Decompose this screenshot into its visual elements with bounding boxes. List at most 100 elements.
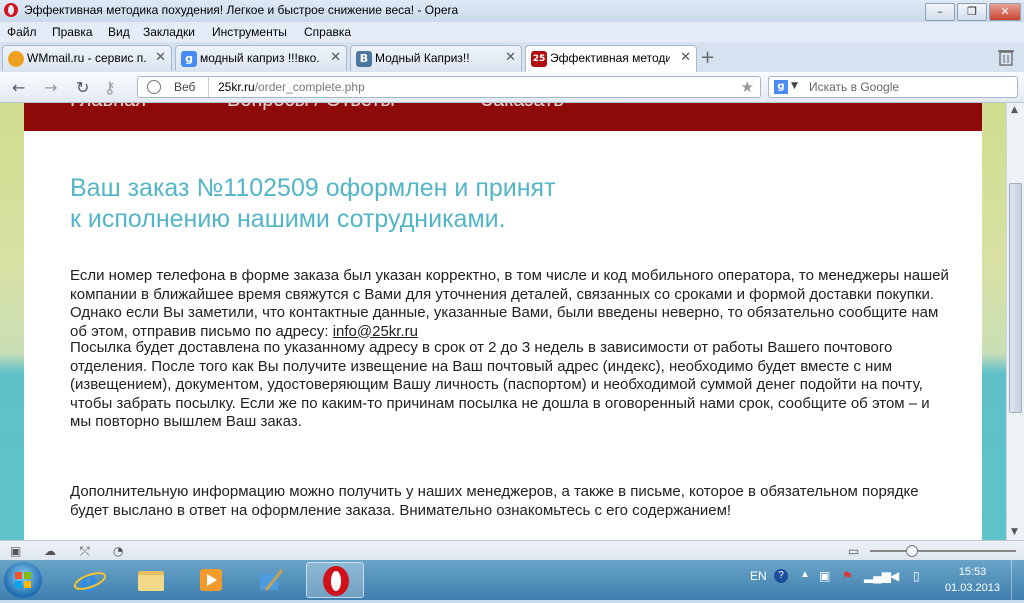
menu-bookmarks[interactable]: Закладки	[143, 25, 195, 39]
menu-file[interactable]: Файл	[7, 25, 37, 39]
tab-label: Эффективная методик...	[550, 51, 670, 65]
clock-time: 15:53	[958, 566, 987, 578]
svg-text:e: e	[80, 565, 98, 598]
clock-date: 01.03.2013	[944, 582, 1000, 594]
show-desktop-button[interactable]	[1011, 560, 1024, 600]
minimize-button[interactable]: –	[925, 3, 955, 21]
opera-logo-icon[interactable]	[4, 3, 18, 17]
tab-close-icon[interactable]: ✕	[505, 50, 516, 65]
title-bar: Эффективная методика похудения! Легкое и…	[0, 0, 1024, 23]
maximize-button[interactable]: ❐	[957, 3, 987, 21]
navigation-bar: ← → ↻ ⚷ Веб 25kr.ru/order_complete.php ★…	[0, 72, 1024, 103]
order-confirmation-heading: Ваш заказ №1102509 оформлен и принят к и…	[70, 173, 556, 235]
windows-logo-icon	[15, 572, 31, 588]
taskbar-media-player[interactable]	[186, 562, 236, 598]
battery-icon[interactable]: ▯	[913, 569, 920, 583]
delivery-paragraph: Посылка будет доставлена по указанному а…	[70, 339, 930, 430]
vk-favicon-icon: B	[356, 51, 372, 67]
action-center-icon[interactable]: ⚑	[842, 569, 853, 583]
tab-close-icon[interactable]: ✕	[155, 50, 166, 65]
taskbar-opera[interactable]	[306, 562, 364, 598]
forward-arrow-icon[interactable]: →	[44, 78, 57, 97]
back-arrow-icon[interactable]: ←	[12, 78, 25, 97]
nav-home-link[interactable]: Главная	[70, 103, 146, 112]
page-content: Главная Вопросы / Ответы Заказать Ваш за…	[24, 103, 982, 540]
panel-toggle-icon[interactable]: ▣	[10, 544, 21, 558]
url-text[interactable]: 25kr.ru/order_complete.php	[218, 80, 365, 94]
nav-order-link[interactable]: Заказать	[481, 103, 564, 112]
google-engine-icon[interactable]: g	[774, 80, 788, 94]
media-player-icon	[200, 569, 222, 591]
tab-label: Модный Каприз!!	[375, 51, 470, 65]
tab-label: WMmail.ru - сервис п...	[27, 51, 147, 65]
tab-google-search[interactable]: g модный каприз !!!вко... ✕	[175, 45, 347, 71]
heading-line-1: Ваш заказ №1102509 оформлен и принят	[70, 174, 556, 202]
address-field[interactable]: Веб 25kr.ru/order_complete.php ★	[137, 76, 761, 98]
vertical-scrollbar[interactable]: ▲ ▼	[1006, 103, 1024, 540]
menu-view[interactable]: Вид	[108, 25, 130, 39]
zoom-slider-track[interactable]	[870, 550, 1016, 552]
new-tab-icon[interactable]: +	[700, 47, 715, 68]
google-favicon-icon: g	[181, 51, 197, 67]
language-indicator[interactable]: EN	[750, 569, 767, 583]
search-placeholder: Искать в Google	[809, 80, 900, 94]
view-icon[interactable]: ▭	[848, 544, 859, 558]
taskbar-paint-app[interactable]	[246, 562, 296, 598]
help-icon[interactable]: ?	[774, 569, 788, 583]
internet-explorer-icon: e	[73, 565, 107, 598]
info-paragraph: Дополнительную информацию можно получить…	[70, 483, 919, 519]
menu-bar: Файл Правка Вид Закладки Инструменты Спр…	[0, 22, 1024, 42]
tab-wmmail[interactable]: WMmail.ru - сервис п... ✕	[2, 45, 172, 71]
volume-icon[interactable]: ◀	[890, 569, 899, 583]
status-bar: ▣ ☁ ⤲ ◔ ▭	[0, 540, 1024, 561]
start-button[interactable]	[4, 562, 42, 598]
search-field[interactable]: g ▼ Искать в Google	[768, 76, 1018, 98]
system-clock[interactable]: 15:53 01.03.2013	[945, 564, 1000, 596]
key-icon[interactable]: ⚷	[104, 78, 116, 97]
zoom-slider-knob[interactable]	[906, 545, 918, 557]
share-icon[interactable]: ⤲	[80, 544, 90, 559]
scroll-up-icon[interactable]: ▲	[1011, 105, 1018, 115]
contact-text: Если номер телефона в форме заказа был у…	[70, 267, 949, 340]
reload-icon[interactable]: ↻	[76, 78, 89, 97]
page-viewport: Главная Вопросы / Ответы Заказать Ваш за…	[0, 103, 1006, 540]
tray-expand-icon[interactable]: ▲	[800, 569, 810, 580]
speed-dial-icon[interactable]: ◔	[113, 544, 123, 558]
menu-tools[interactable]: Инструменты	[212, 25, 287, 39]
tab-close-icon[interactable]: ✕	[330, 50, 341, 65]
folder-icon	[138, 571, 164, 591]
menu-edit[interactable]: Правка	[52, 25, 93, 39]
tab-label: модный каприз !!!вко...	[200, 51, 320, 65]
menu-help[interactable]: Справка	[304, 25, 351, 39]
chevron-down-icon[interactable]: ▼	[791, 81, 798, 91]
nav-faq-link[interactable]: Вопросы / Ответы	[227, 103, 395, 112]
contact-paragraph: Если номер телефона в форме заказа был у…	[70, 267, 950, 341]
url-domain: 25kr.ru	[218, 80, 255, 94]
paint-brush-icon	[260, 569, 284, 591]
trash-icon[interactable]	[998, 48, 1014, 66]
close-button[interactable]: ✕	[989, 3, 1021, 21]
scroll-down-icon[interactable]: ▼	[1011, 527, 1018, 537]
url-path: /order_complete.php	[254, 80, 365, 94]
heading-line-2: к исполнению нашими сотрудниками.	[70, 205, 506, 233]
windows-taskbar: e EN ? ▲ ▣ ⚑ ▂▄▆ ◀ ▯ 15:53 01.03.2013	[0, 560, 1024, 600]
network-signal-icon[interactable]: ▂▄▆	[864, 569, 891, 583]
bookmark-star-icon[interactable]: ★	[741, 78, 754, 96]
tab-close-icon[interactable]: ✕	[680, 50, 691, 65]
wmmail-favicon-icon	[8, 51, 24, 67]
25kr-favicon-icon: 25	[531, 51, 547, 67]
divider	[208, 77, 209, 97]
site-nav-menu: Главная Вопросы / Ответы Заказать	[24, 103, 982, 131]
taskbar-explorer[interactable]	[126, 562, 176, 598]
tab-vk[interactable]: B Модный Каприз!! ✕	[350, 45, 522, 71]
window-title: Эффективная методика похудения! Легкое и…	[24, 3, 459, 17]
scrollbar-thumb[interactable]	[1009, 183, 1022, 413]
email-link[interactable]: info@25kr.ru	[333, 323, 418, 340]
taskbar-internet-explorer[interactable]: e	[66, 562, 116, 598]
tab-active-25kr[interactable]: 25 Эффективная методик... ✕	[525, 45, 697, 73]
tab-bar: WMmail.ru - сервис п... ✕ g модный капри…	[0, 42, 1024, 73]
tray-app-icon[interactable]: ▣	[819, 569, 830, 583]
globe-icon	[147, 80, 161, 94]
site-info-label[interactable]: Веб	[174, 80, 195, 94]
cloud-icon[interactable]: ☁	[44, 544, 56, 558]
